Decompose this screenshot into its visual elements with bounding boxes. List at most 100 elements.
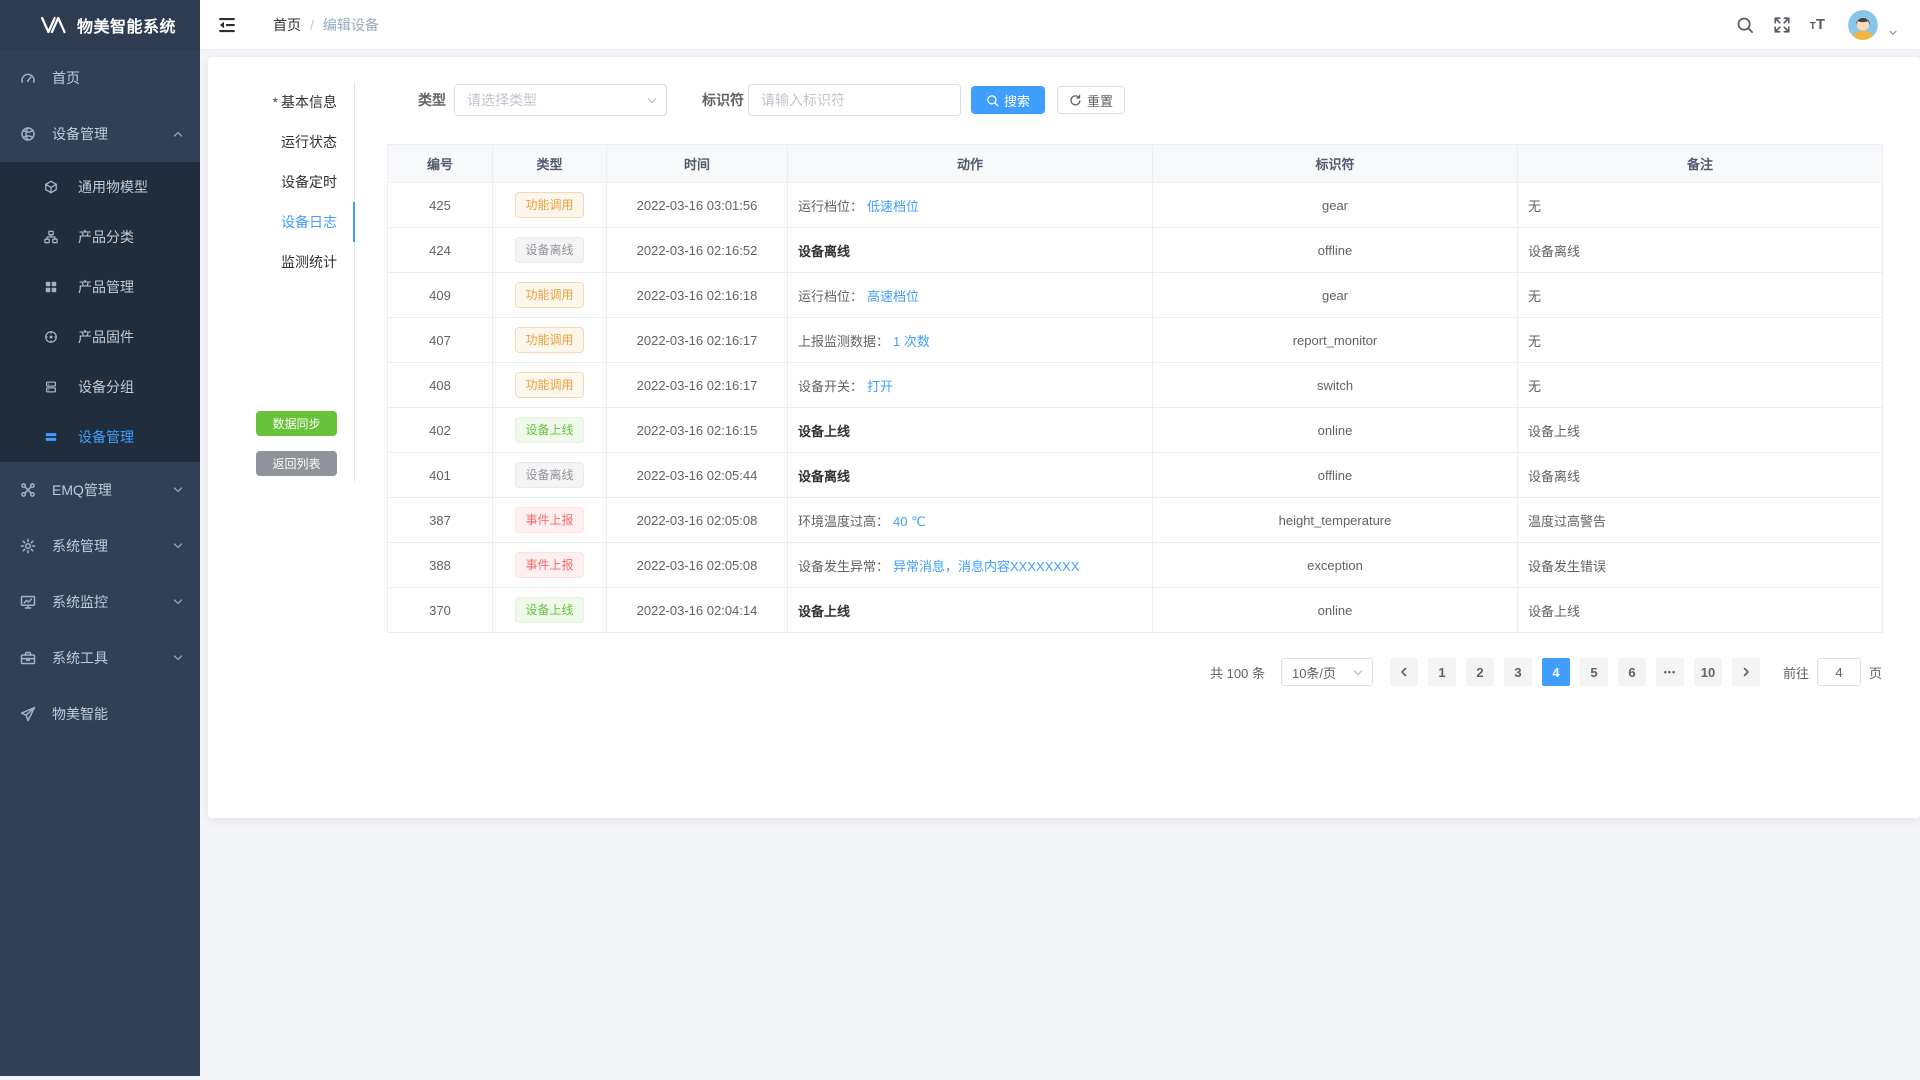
sidebar-item-label: 产品分类 xyxy=(78,227,200,247)
sidebar-item-home[interactable]: 首页 xyxy=(0,50,200,106)
tab-监测统计[interactable]: 监测统计 xyxy=(208,242,355,282)
action-link[interactable]: 低速档位 xyxy=(867,199,919,214)
cell-no: 402 xyxy=(388,408,493,453)
sidebar-item-device-group[interactable]: 设备分组 xyxy=(0,362,200,412)
device-icon xyxy=(20,126,36,142)
action-text: 上报监测数据： xyxy=(798,334,889,349)
sidebar-item-device[interactable]: 设备管理 xyxy=(0,106,200,162)
type-tag: 功能调用 xyxy=(515,192,583,218)
breadcrumb-separator: / xyxy=(310,17,314,33)
cell-remark: 无 xyxy=(1518,363,1883,408)
action-link[interactable]: 高速档位 xyxy=(867,289,919,304)
tab-设备日志[interactable]: 设备日志 xyxy=(208,202,355,242)
page-size-select[interactable]: 10条/页 xyxy=(1281,658,1373,686)
cell-no: 401 xyxy=(388,453,493,498)
avatar[interactable] xyxy=(1848,10,1878,40)
tab-运行状态[interactable]: 运行状态 xyxy=(208,122,355,162)
cell-type: 设备离线 xyxy=(493,228,607,273)
page-button-2[interactable]: 2 xyxy=(1466,658,1494,686)
cell-remark: 无 xyxy=(1518,183,1883,228)
column-header-备注: 备注 xyxy=(1518,145,1883,183)
page-button-3[interactable]: 3 xyxy=(1504,658,1532,686)
topbar: 首页 / 编辑设备 TT xyxy=(200,0,1920,50)
sidebar-item-system-manage[interactable]: 系统管理 xyxy=(0,518,200,574)
cell-action: 设备上线 xyxy=(788,588,1153,633)
sidebar-item-emq[interactable]: EMQ管理 xyxy=(0,462,200,518)
cell-identifier: gear xyxy=(1153,183,1518,228)
sidebar-item-label: 设备管理 xyxy=(52,124,172,144)
cell-time: 2022-03-16 02:16:15 xyxy=(607,408,788,453)
sidebar-item-thing-model[interactable]: 通用物模型 xyxy=(0,162,200,212)
chevron-down-icon xyxy=(172,596,184,608)
identifier-input[interactable] xyxy=(748,84,961,116)
table-row: 424设备离线2022-03-16 02:16:52设备离线offline设备离… xyxy=(388,228,1883,273)
cell-type: 功能调用 xyxy=(493,273,607,318)
cell-time: 2022-03-16 02:04:14 xyxy=(607,588,788,633)
tab-设备定时[interactable]: 设备定时 xyxy=(208,162,355,202)
cell-time: 2022-03-16 03:01:56 xyxy=(607,183,788,228)
action-link[interactable]: 40 ℃ xyxy=(893,514,926,529)
sidebar-item-device-manage[interactable]: 设备管理 xyxy=(0,412,200,462)
action-text: 设备上线 xyxy=(798,424,850,439)
cell-type: 功能调用 xyxy=(493,183,607,228)
cell-type: 设备上线 xyxy=(493,588,607,633)
sidebar-item-system-monitor[interactable]: 系统监控 xyxy=(0,574,200,630)
pager: 123456 ••• 10 xyxy=(1385,658,1765,686)
back-to-list-button[interactable]: 返回列表 xyxy=(256,451,337,476)
search-button[interactable]: 搜索 xyxy=(971,86,1045,114)
caret-down-icon[interactable] xyxy=(1888,28,1898,38)
search-icon[interactable] xyxy=(1736,16,1754,34)
next-page-button[interactable] xyxy=(1732,658,1760,686)
prev-page-button[interactable] xyxy=(1390,658,1418,686)
page-button-6[interactable]: 6 xyxy=(1618,658,1646,686)
action-link[interactable]: 异常消息，消息内容XXXXXXXX xyxy=(893,559,1079,574)
page-button-10[interactable]: 10 xyxy=(1694,658,1722,686)
bars-icon xyxy=(44,430,58,444)
search-icon xyxy=(986,94,999,107)
sidebar-item-product-firmware[interactable]: 产品固件 xyxy=(0,312,200,362)
page-button-5[interactable]: 5 xyxy=(1580,658,1608,686)
table-row: 388事件上报2022-03-16 02:05:08设备发生异常：异常消息，消息… xyxy=(388,543,1883,588)
sidebar-item-label: 产品管理 xyxy=(78,277,200,297)
type-select[interactable]: 请选择类型 xyxy=(454,84,667,116)
cell-identifier: report_monitor xyxy=(1153,318,1518,363)
breadcrumb-home[interactable]: 首页 xyxy=(273,15,301,35)
action-link[interactable]: 1 次数 xyxy=(893,334,930,349)
cell-time: 2022-03-16 02:05:08 xyxy=(607,543,788,588)
data-sync-button[interactable]: 数据同步 xyxy=(256,411,337,436)
required-asterisk: * xyxy=(273,94,278,110)
type-tag: 设备上线 xyxy=(515,597,583,623)
gear-icon xyxy=(20,538,36,554)
sidebar-item-product-manage[interactable]: 产品管理 xyxy=(0,262,200,312)
more-pages-button[interactable]: ••• xyxy=(1656,658,1684,686)
sidebar-item-product-category[interactable]: 产品分类 xyxy=(0,212,200,262)
dashboard-icon xyxy=(20,70,36,86)
sidebar-item-wumei[interactable]: 物美智能 xyxy=(0,686,200,742)
action-text: 运行档位： xyxy=(798,289,863,304)
cell-identifier: height_temperature xyxy=(1153,498,1518,543)
page-button-1[interactable]: 1 xyxy=(1428,658,1456,686)
cell-identifier: online xyxy=(1153,408,1518,453)
fullscreen-icon[interactable] xyxy=(1773,16,1791,34)
hamburger-icon[interactable] xyxy=(217,15,237,35)
app-logo[interactable]: 物美智能系统 xyxy=(0,0,200,50)
tabs-active-indicator xyxy=(353,202,355,242)
sidebar-item-label: 设备管理 xyxy=(78,427,200,447)
action-link[interactable]: 打开 xyxy=(867,379,893,394)
sidebar-item-system-tools[interactable]: 系统工具 xyxy=(0,630,200,686)
sidebar-item-label: 设备分组 xyxy=(78,377,200,397)
cell-action: 设备开关：打开 xyxy=(788,363,1153,408)
page-button-4[interactable]: 4 xyxy=(1542,658,1570,686)
tab-基本信息[interactable]: *基本信息 xyxy=(208,82,355,122)
reset-button[interactable]: 重置 xyxy=(1057,86,1125,114)
type-select-placeholder: 请选择类型 xyxy=(467,90,537,110)
font-size-icon[interactable]: TT xyxy=(1810,17,1825,32)
goto-page-input[interactable] xyxy=(1817,658,1861,686)
type-tag: 功能调用 xyxy=(515,327,583,353)
logo-icon xyxy=(40,14,68,36)
cell-type: 设备离线 xyxy=(493,453,607,498)
goto-page: 前往 页 xyxy=(1783,658,1882,686)
cell-action: 运行档位：低速档位 xyxy=(788,183,1153,228)
table-row: 387事件上报2022-03-16 02:05:08环境温度过高：40 ℃hei… xyxy=(388,498,1883,543)
total-count: 共 100 条 xyxy=(1210,663,1265,682)
